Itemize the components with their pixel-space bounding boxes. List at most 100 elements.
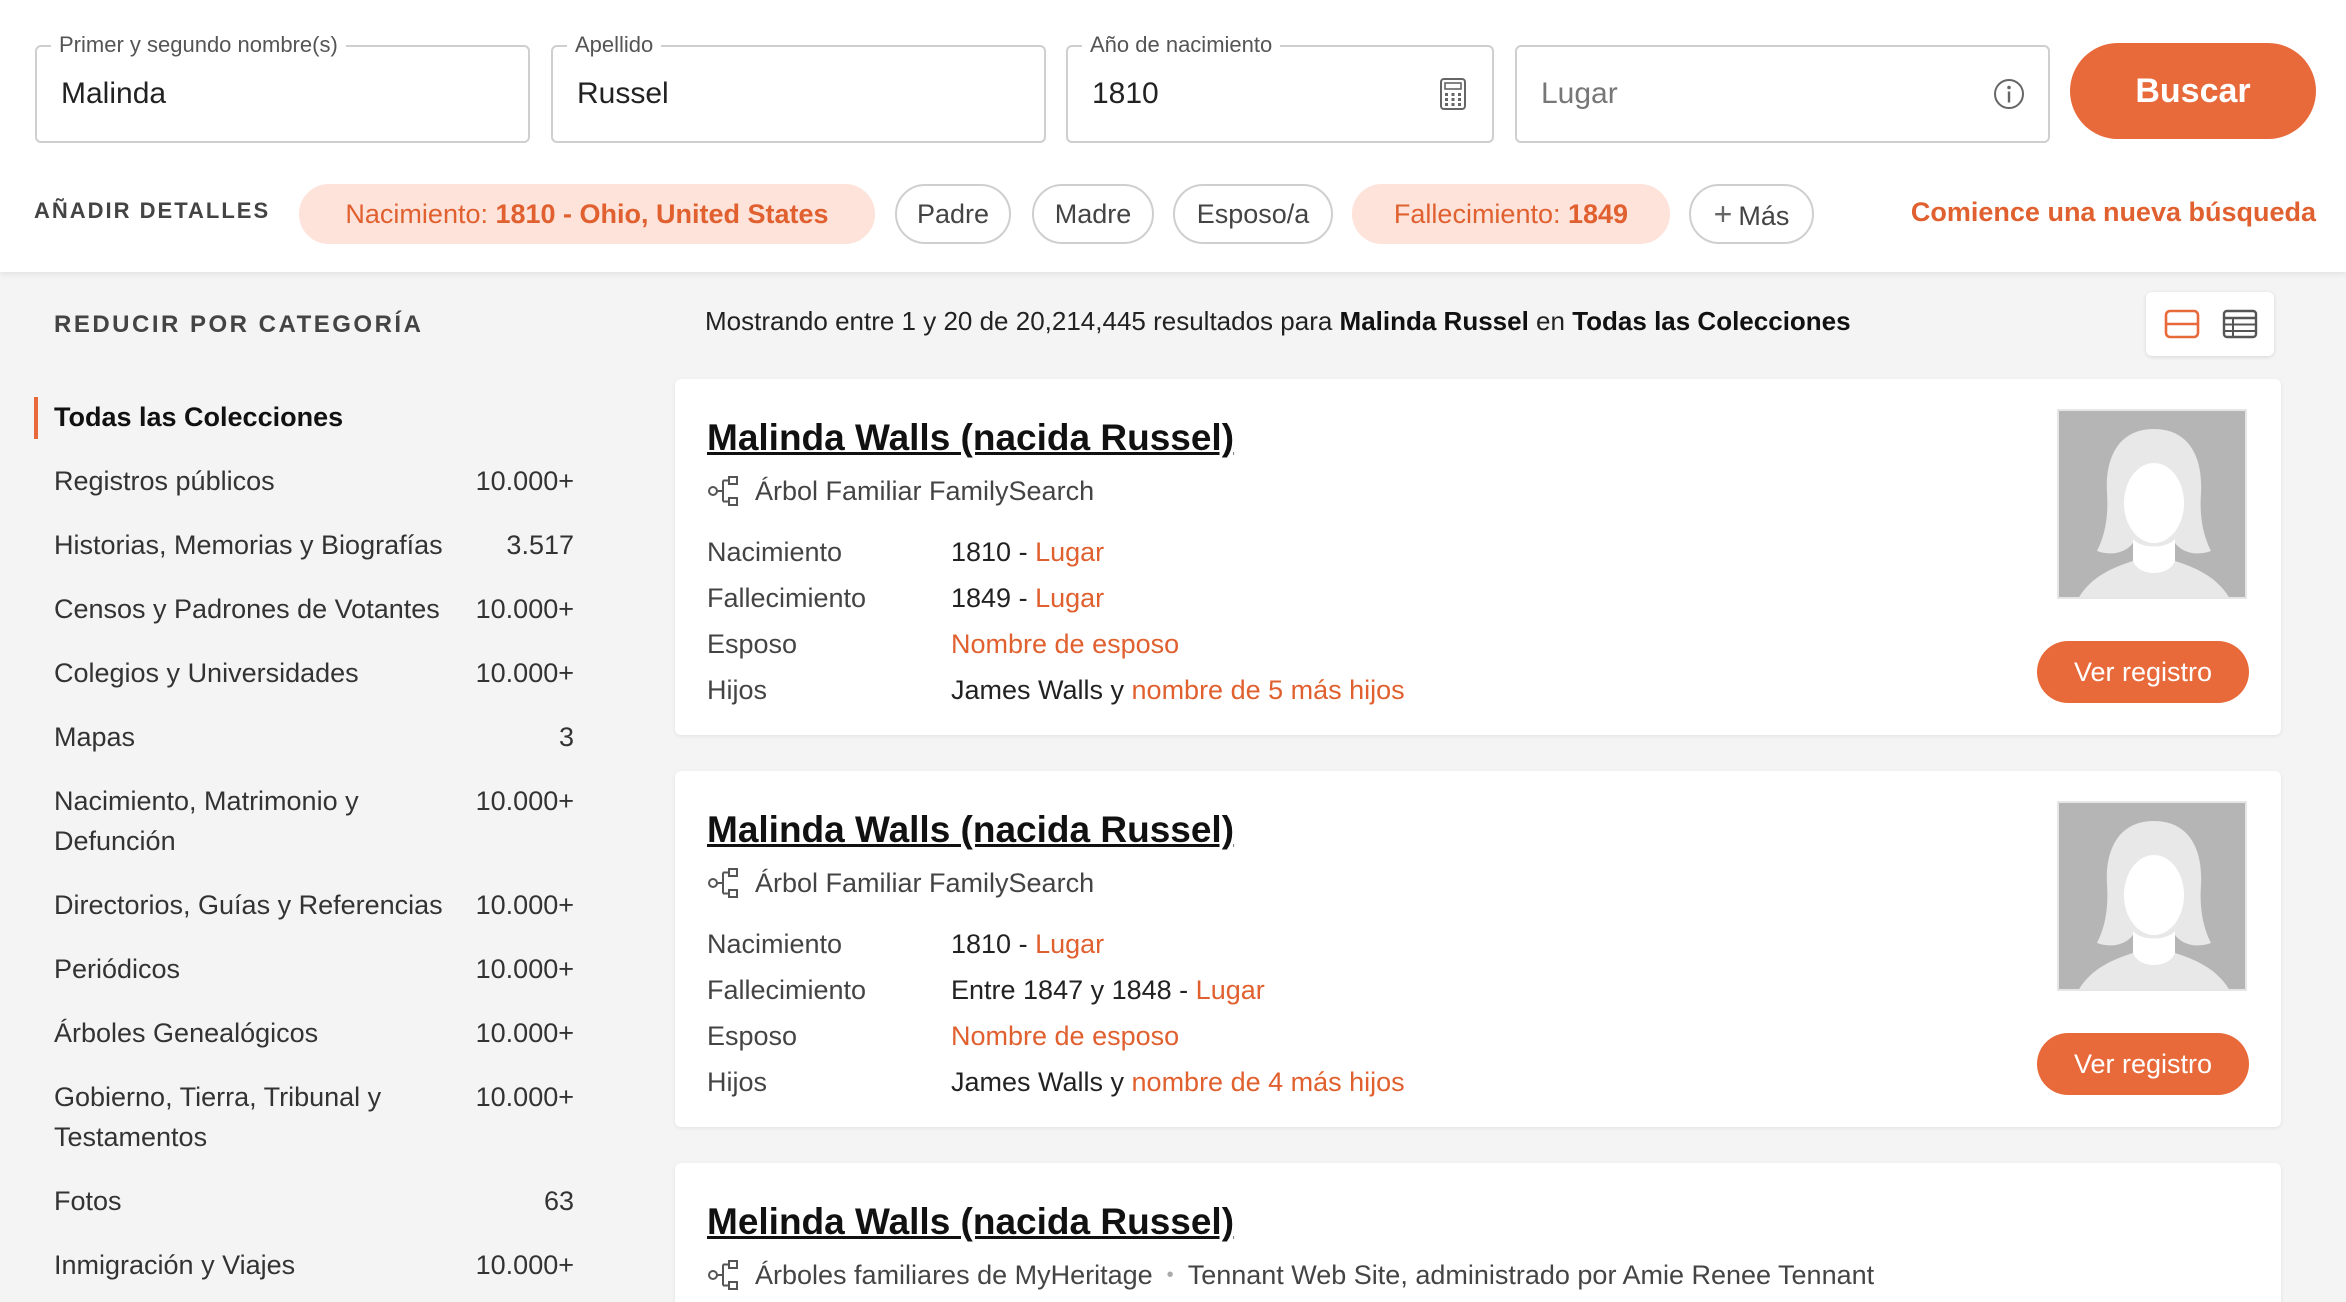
sidebar-title: REDUCIR POR CATEGORÍA: [54, 311, 424, 338]
category-maps[interactable]: Mapas 3: [54, 717, 574, 757]
more-chip-label: Más: [1738, 201, 1790, 231]
view-record-button[interactable]: Ver registro: [2037, 641, 2249, 703]
family-tree-icon: [708, 476, 738, 506]
mother-chip[interactable]: Madre: [1032, 184, 1154, 244]
children-value: James Walls y nombre de 4 más hijos: [951, 1059, 1405, 1105]
category-name: Directorios, Guías y Referencias: [54, 890, 443, 920]
category-name: Fotos: [54, 1186, 122, 1216]
spouse-name-link[interactable]: Nombre de esposo: [951, 621, 1179, 667]
children-names: James Walls y: [951, 1067, 1132, 1097]
birth-year-field[interactable]: Año de nacimiento 1810: [1066, 32, 1494, 143]
search-header: Primer y segundo nombre(s) Malinda Apell…: [0, 0, 2346, 272]
result-name-link[interactable]: Malinda Walls (nacida Russel): [707, 809, 1234, 851]
death-place-link[interactable]: Lugar: [1035, 583, 1104, 613]
mother-chip-label: Madre: [1054, 199, 1132, 229]
new-search-link[interactable]: Comience una nueva búsqueda: [1911, 197, 2316, 228]
children-names: James Walls y: [951, 675, 1132, 705]
category-all-collections[interactable]: Todas las Colecciones: [54, 397, 574, 437]
result-name-link[interactable]: Melinda Walls (nacida Russel): [707, 1201, 1234, 1243]
category-photos[interactable]: Fotos 63: [54, 1181, 574, 1221]
result-name-link[interactable]: Malinda Walls (nacida Russel): [707, 417, 1234, 459]
birth-date: 1810 -: [951, 929, 1036, 959]
category-name: Árboles Genealógicos: [54, 1018, 319, 1048]
view-toggle: [2146, 292, 2274, 356]
category-count: 10.000+: [475, 954, 574, 984]
death-date: Entre 1847 y 1848 -: [951, 975, 1196, 1005]
category-census[interactable]: Censos y Padrones de Votantes 10.000+: [54, 589, 574, 629]
category-name: Registros públicos: [54, 466, 275, 496]
spouse-chip[interactable]: Esposo/a: [1173, 184, 1333, 244]
female-silhouette-icon: [2059, 411, 2245, 597]
source-site: Tennant Web Site, administrado por Amie …: [1187, 1259, 1875, 1290]
category-directories[interactable]: Directorios, Guías y Referencias 10.000+: [54, 885, 574, 925]
first-name-field[interactable]: Primer y segundo nombre(s) Malinda: [35, 32, 530, 143]
place-field[interactable]: Lugar: [1515, 45, 2050, 143]
birth-row: Nacimiento 1810 - Lugar: [707, 529, 1907, 575]
category-family-trees[interactable]: Árboles Genealógicos 10.000+: [54, 1013, 574, 1053]
birth-label: Nacimiento: [707, 537, 843, 567]
result-card: Malinda Walls (nacida Russel) Árbol Fami…: [675, 771, 2281, 1127]
death-place-link[interactable]: Lugar: [1196, 975, 1265, 1005]
source-name: Árbol Familiar FamilySearch: [755, 475, 1095, 506]
more-children-link[interactable]: nombre de 5 más hijos: [1132, 675, 1405, 705]
father-chip[interactable]: Padre: [895, 184, 1011, 244]
more-children-link[interactable]: nombre de 4 más hijos: [1132, 1067, 1405, 1097]
result-details: Nacimiento 1810 - Lugar Fallecimiento 18…: [707, 529, 1907, 713]
category-newspapers[interactable]: Periódicos 10.000+: [54, 949, 574, 989]
category-count: 10.000+: [475, 890, 574, 920]
category-count: 10.000+: [475, 786, 574, 816]
category-name: Historias, Memorias y Biografías: [54, 530, 443, 560]
info-icon[interactable]: [1992, 77, 2026, 111]
death-filter-chip[interactable]: Fallecimiento: 1849: [1352, 184, 1670, 244]
plus-icon: +: [1713, 196, 1733, 232]
category-count: 10.000+: [475, 1018, 574, 1048]
death-chip-value: 1849: [1568, 199, 1629, 229]
category-histories[interactable]: Historias, Memorias y Biografías 3.517: [54, 525, 574, 565]
card-view-icon[interactable]: [2160, 302, 2204, 346]
category-count: 10.000+: [475, 658, 574, 688]
birth-filter-chip[interactable]: Nacimiento: 1810 - Ohio, United States: [299, 184, 875, 244]
category-count: 10.000+: [475, 466, 574, 496]
category-birth-marriage-death[interactable]: Nacimiento, Matrimonio y Defunción 10.00…: [54, 781, 574, 861]
first-name-value[interactable]: Malinda: [61, 47, 166, 141]
last-name-field[interactable]: Apellido Russel: [551, 32, 1046, 143]
category-count: 3.517: [506, 530, 574, 560]
category-count: 63: [543, 1186, 574, 1216]
category-schools[interactable]: Colegios y Universidades 10.000+: [54, 653, 574, 693]
birth-place-link[interactable]: Lugar: [1035, 537, 1104, 567]
view-record-button[interactable]: Ver registro: [2037, 1033, 2249, 1095]
table-view-icon[interactable]: [2218, 302, 2262, 346]
result-source: Árbol Familiar FamilySearch: [707, 866, 1094, 900]
active-category-indicator: [34, 397, 38, 439]
spouse-label: Esposo: [707, 629, 798, 659]
spouse-row: Esposo Nombre de esposo: [707, 1013, 1907, 1059]
category-name: Todas las Colecciones: [54, 402, 344, 432]
category-name: Periódicos: [54, 954, 181, 984]
birth-year-value[interactable]: 1810: [1092, 47, 1159, 141]
category-count: 3: [558, 722, 574, 752]
category-government[interactable]: Gobierno, Tierra, Tribunal y Testamentos…: [54, 1077, 574, 1157]
category-name: Nacimiento, Matrimonio y Defunción: [54, 786, 359, 856]
add-details-label: AÑADIR DETALLES: [34, 198, 271, 223]
category-immigration[interactable]: Inmigración y Viajes 10.000+: [54, 1245, 574, 1285]
category-public-records[interactable]: Registros públicos 10.000+: [54, 461, 574, 501]
female-silhouette-icon: [2059, 803, 2245, 989]
death-row: Fallecimiento 1849 - Lugar: [707, 575, 1907, 621]
calculator-icon[interactable]: [1436, 77, 1470, 111]
summary-prefix: Mostrando entre 1 y 20 de 20,214,445 res…: [705, 306, 1340, 336]
avatar: [2057, 409, 2247, 599]
result-card: Melinda Walls (nacida Russel) Árboles fa…: [675, 1163, 2281, 1302]
death-label: Fallecimiento: [707, 583, 867, 613]
category-count: 10.000+: [475, 1250, 574, 1280]
summary-query: Malinda Russel: [1339, 306, 1529, 336]
place-placeholder[interactable]: Lugar: [1541, 47, 1618, 141]
more-chip[interactable]: + Más: [1689, 184, 1814, 244]
last-name-value[interactable]: Russel: [577, 47, 669, 141]
search-button[interactable]: Buscar: [2070, 43, 2316, 139]
result-card: Malinda Walls (nacida Russel) Árbol Fami…: [675, 379, 2281, 735]
death-label: Fallecimiento: [707, 975, 867, 1005]
birth-place-link[interactable]: Lugar: [1035, 929, 1104, 959]
birth-date: 1810 -: [951, 537, 1036, 567]
children-label: Hijos: [707, 1067, 768, 1097]
spouse-name-link[interactable]: Nombre de esposo: [951, 1013, 1179, 1059]
